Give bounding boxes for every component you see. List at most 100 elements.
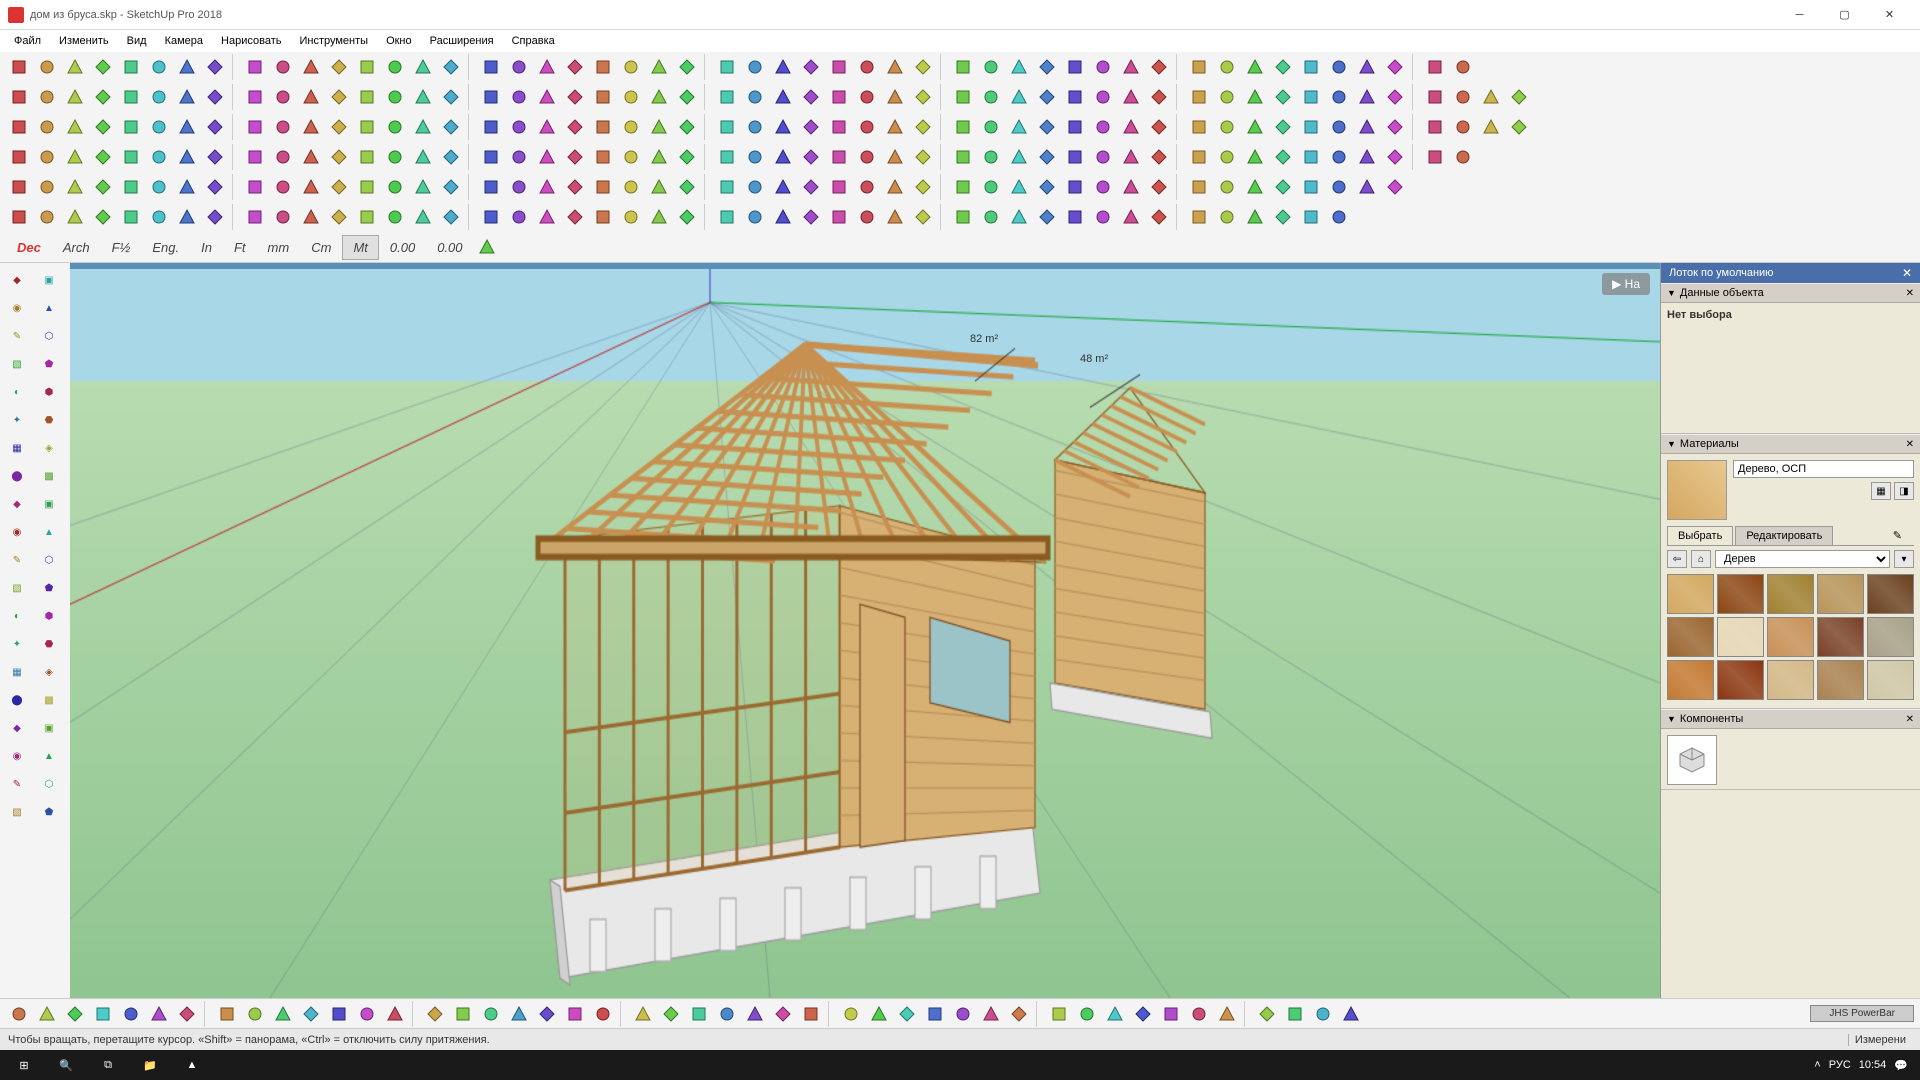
tool-button[interactable] xyxy=(438,54,464,80)
menu-file[interactable]: Файл xyxy=(6,33,49,49)
side-tool[interactable]: ⬤ xyxy=(2,463,32,489)
tool-button[interactable] xyxy=(34,84,60,110)
close-button[interactable]: ✕ xyxy=(1867,0,1912,30)
tool-button[interactable] xyxy=(950,204,976,230)
material-swatch[interactable] xyxy=(1667,660,1714,700)
tool-button[interactable] xyxy=(1034,174,1060,200)
tool-button[interactable] xyxy=(1034,84,1060,110)
material-swatch[interactable] xyxy=(1867,660,1914,700)
tool-button[interactable] xyxy=(978,144,1004,170)
tool-button[interactable] xyxy=(1422,144,1448,170)
scene-canvas[interactable] xyxy=(70,263,1660,998)
tool-button[interactable] xyxy=(326,204,352,230)
unit-mt[interactable]: Mt xyxy=(342,235,378,260)
side-tool[interactable]: ◆ xyxy=(2,491,32,517)
tool-button[interactable] xyxy=(1062,144,1088,170)
material-home-icon[interactable]: ⌂ xyxy=(1691,550,1711,568)
side-tool[interactable]: ✦ xyxy=(2,407,32,433)
tool-button[interactable] xyxy=(410,54,436,80)
side-tool[interactable]: ⬟ xyxy=(34,575,64,601)
tool-button[interactable] xyxy=(798,144,824,170)
tool-button[interactable] xyxy=(90,114,116,140)
tool-button[interactable] xyxy=(1046,1001,1072,1027)
side-tool[interactable]: ◈ xyxy=(34,435,64,461)
tool-button[interactable] xyxy=(742,204,768,230)
side-tool[interactable]: ⬡ xyxy=(34,771,64,797)
tool-button[interactable] xyxy=(1422,114,1448,140)
tool-button[interactable] xyxy=(438,204,464,230)
side-tool[interactable]: ⬣ xyxy=(34,631,64,657)
task-view-icon[interactable]: ⧉ xyxy=(88,1051,128,1079)
app-task-icon[interactable]: ▲ xyxy=(172,1051,212,1079)
tool-button[interactable] xyxy=(478,174,504,200)
tool-button[interactable] xyxy=(646,174,672,200)
minimize-button[interactable]: ─ xyxy=(1777,0,1822,30)
tool-button[interactable] xyxy=(1242,114,1268,140)
tool-button[interactable] xyxy=(978,114,1004,140)
unit-eng.[interactable]: Eng. xyxy=(141,235,190,260)
tool-button[interactable] xyxy=(1090,204,1116,230)
tool-button[interactable] xyxy=(1062,114,1088,140)
tool-button[interactable] xyxy=(882,84,908,110)
tool-button[interactable] xyxy=(838,1001,864,1027)
side-tool[interactable]: ✎ xyxy=(2,323,32,349)
tool-button[interactable] xyxy=(174,204,200,230)
material-swatch[interactable] xyxy=(1667,574,1714,614)
tool-button[interactable] xyxy=(1270,84,1296,110)
tool-button[interactable] xyxy=(354,204,380,230)
tool-button[interactable] xyxy=(410,114,436,140)
tool-button[interactable] xyxy=(590,114,616,140)
tool-button[interactable] xyxy=(1214,54,1240,80)
tool-button[interactable] xyxy=(1310,1001,1336,1027)
tool-button[interactable] xyxy=(950,84,976,110)
tool-button[interactable] xyxy=(1186,84,1212,110)
tool-button[interactable] xyxy=(382,204,408,230)
tool-button[interactable] xyxy=(590,1001,616,1027)
tool-button[interactable] xyxy=(910,144,936,170)
tool-button[interactable] xyxy=(618,54,644,80)
tool-button[interactable] xyxy=(714,1001,740,1027)
tool-button[interactable] xyxy=(326,1001,352,1027)
tool-button[interactable] xyxy=(1298,54,1324,80)
tool-button[interactable] xyxy=(1118,114,1144,140)
tool-button[interactable] xyxy=(1034,54,1060,80)
tool-button[interactable] xyxy=(686,1001,712,1027)
tray-lang[interactable]: РУС xyxy=(1829,1059,1851,1071)
tool-button[interactable] xyxy=(770,144,796,170)
tool-button[interactable] xyxy=(202,144,228,170)
tool-button[interactable] xyxy=(118,114,144,140)
tool-button[interactable] xyxy=(34,1001,60,1027)
tool-button[interactable] xyxy=(618,174,644,200)
tool-button[interactable] xyxy=(770,204,796,230)
panel-materials-header[interactable]: ▼ Материалы ✕ xyxy=(1661,434,1920,454)
tool-button[interactable] xyxy=(674,54,700,80)
material-swatch[interactable] xyxy=(1817,617,1864,657)
tool-button[interactable] xyxy=(1298,204,1324,230)
tool-button[interactable] xyxy=(910,174,936,200)
tool-button[interactable] xyxy=(618,84,644,110)
side-tool[interactable]: ◆ xyxy=(2,715,32,741)
side-tool[interactable]: ▩ xyxy=(34,463,64,489)
tool-button[interactable] xyxy=(1062,84,1088,110)
tool-button[interactable] xyxy=(742,1001,768,1027)
tool-button[interactable] xyxy=(950,54,976,80)
tool-button[interactable] xyxy=(630,1001,656,1027)
tool-button[interactable] xyxy=(202,114,228,140)
tool-button[interactable] xyxy=(742,114,768,140)
tool-button[interactable] xyxy=(1270,204,1296,230)
tool-button[interactable] xyxy=(90,54,116,80)
tool-button[interactable] xyxy=(978,54,1004,80)
tool-button[interactable] xyxy=(742,174,768,200)
tool-button[interactable] xyxy=(770,54,796,80)
tool-button[interactable] xyxy=(506,84,532,110)
tool-button[interactable] xyxy=(562,84,588,110)
tool-button[interactable] xyxy=(1298,84,1324,110)
tool-button[interactable] xyxy=(146,114,172,140)
tool-button[interactable] xyxy=(326,84,352,110)
tool-button[interactable] xyxy=(1146,114,1172,140)
tool-button[interactable] xyxy=(242,84,268,110)
tool-button[interactable] xyxy=(1034,114,1060,140)
tool-button[interactable] xyxy=(34,54,60,80)
tool-button[interactable] xyxy=(590,204,616,230)
tool-button[interactable] xyxy=(382,174,408,200)
